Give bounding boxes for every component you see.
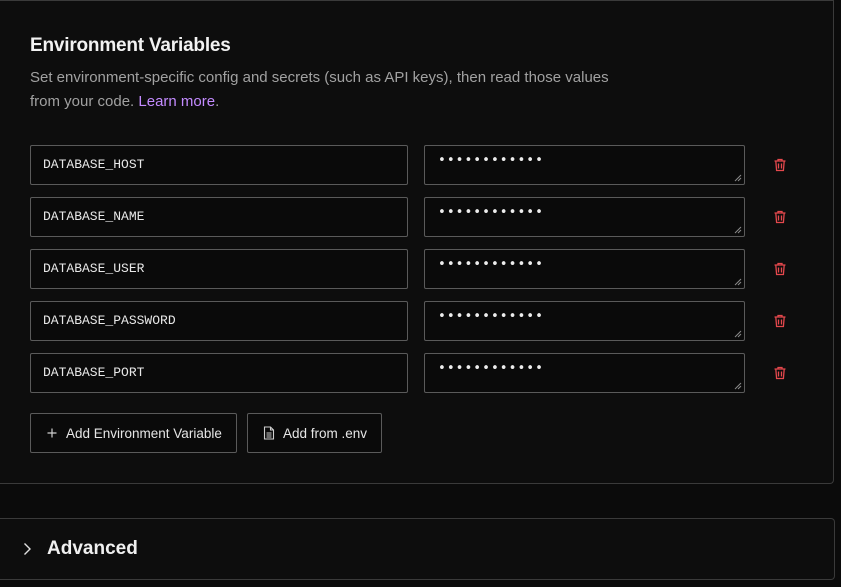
env-key-input[interactable]: DATABASE_PASSWORD: [30, 301, 408, 341]
section-title: Environment Variables: [30, 35, 231, 56]
resize-grip-icon[interactable]: [734, 330, 742, 338]
env-value-input[interactable]: ••••••••••••: [424, 249, 745, 289]
env-value-masked: ••••••••••••: [438, 309, 544, 324]
resize-grip-icon[interactable]: [734, 174, 742, 182]
environment-variables-card: Environment Variables Set environment-sp…: [0, 0, 834, 484]
trash-icon[interactable]: [772, 261, 788, 277]
env-var-row: DATABASE_PASSWORD ••••••••••••: [30, 301, 800, 341]
env-key-input[interactable]: DATABASE_HOST: [30, 145, 408, 185]
description-suffix: .: [215, 93, 220, 110]
env-var-row: DATABASE_PORT ••••••••••••: [30, 353, 800, 393]
card-top-border: [0, 0, 833, 1]
advanced-section-toggle[interactable]: Advanced: [0, 518, 835, 580]
add-environment-variable-label: Add Environment Variable: [66, 425, 222, 441]
env-key-input[interactable]: DATABASE_USER: [30, 249, 408, 289]
add-from-env-label: Add from .env: [283, 425, 368, 441]
env-value-masked: ••••••••••••: [438, 205, 544, 220]
trash-icon[interactable]: [772, 365, 788, 381]
env-value-masked: ••••••••••••: [438, 257, 544, 272]
trash-icon[interactable]: [772, 157, 788, 173]
env-value-input[interactable]: ••••••••••••: [424, 301, 745, 341]
env-value-masked: ••••••••••••: [438, 361, 544, 376]
env-var-row: DATABASE_USER ••••••••••••: [30, 249, 800, 289]
resize-grip-icon[interactable]: [734, 226, 742, 234]
env-value-input[interactable]: ••••••••••••: [424, 145, 745, 185]
env-var-row: DATABASE_HOST ••••••••••••: [30, 145, 800, 185]
learn-more-link[interactable]: Learn more: [138, 93, 215, 110]
env-key-input[interactable]: DATABASE_NAME: [30, 197, 408, 237]
env-value-input[interactable]: ••••••••••••: [424, 197, 745, 237]
description-text: Set environment-specific config and secr…: [30, 69, 609, 110]
env-value-input[interactable]: ••••••••••••: [424, 353, 745, 393]
env-key-input[interactable]: DATABASE_PORT: [30, 353, 408, 393]
env-var-row: DATABASE_NAME ••••••••••••: [30, 197, 800, 237]
trash-icon[interactable]: [772, 313, 788, 329]
chevron-right-icon: [24, 543, 31, 555]
file-icon: [262, 426, 276, 440]
resize-grip-icon[interactable]: [734, 382, 742, 390]
section-description: Set environment-specific config and secr…: [30, 66, 610, 114]
add-from-env-button[interactable]: Add from .env: [247, 413, 383, 453]
trash-icon[interactable]: [772, 209, 788, 225]
resize-grip-icon[interactable]: [734, 278, 742, 286]
env-value-masked: ••••••••••••: [438, 153, 544, 168]
add-environment-variable-button[interactable]: Add Environment Variable: [30, 413, 237, 453]
advanced-label: Advanced: [47, 538, 138, 559]
plus-icon: [45, 426, 59, 440]
